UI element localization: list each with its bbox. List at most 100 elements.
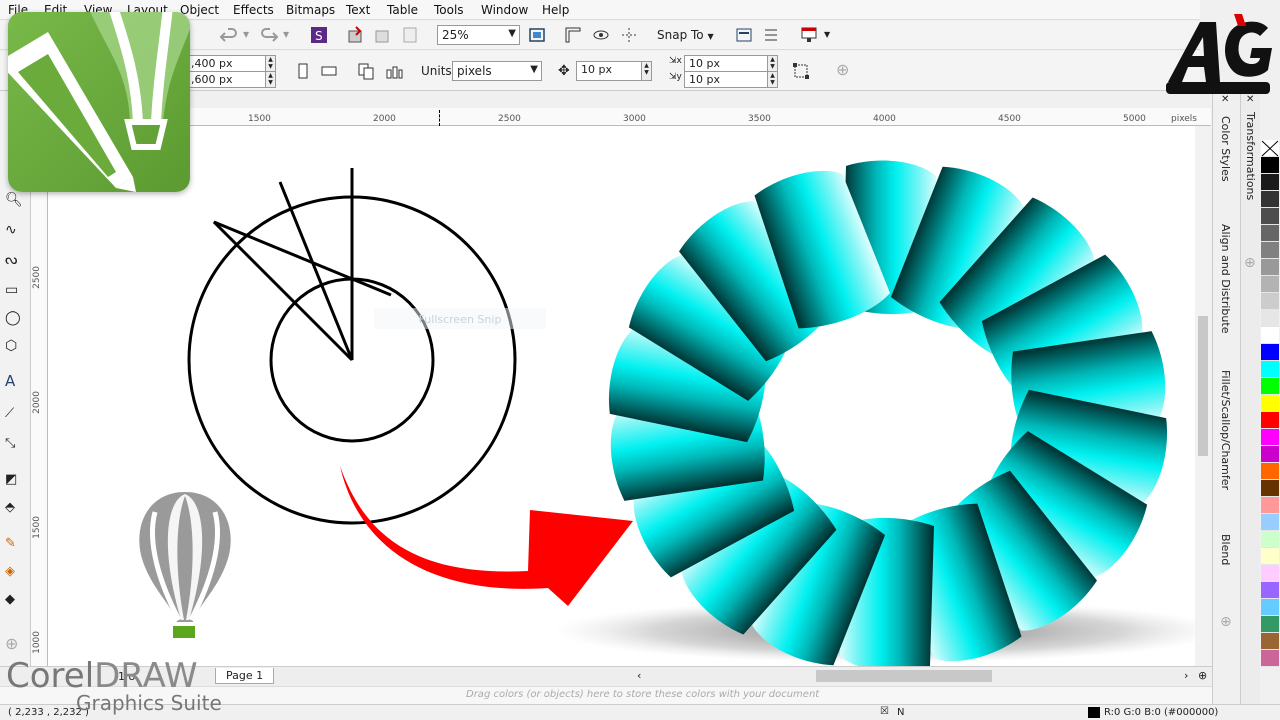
palette-swatch[interactable]	[1261, 344, 1279, 361]
palette-swatch[interactable]	[1261, 191, 1279, 208]
eyedropper-tool-icon[interactable]: ✎	[5, 536, 25, 556]
vertical-scrollbar[interactable]	[1195, 126, 1211, 666]
current-page-button[interactable]	[383, 60, 405, 82]
palette-swatch[interactable]	[1261, 429, 1279, 446]
palette-swatch[interactable]	[1261, 174, 1279, 191]
import-button[interactable]	[345, 24, 367, 46]
palette-swatch[interactable]	[1261, 650, 1279, 667]
nudge-distance-field[interactable]: 10 px ▲ ▼	[576, 61, 652, 81]
palette-swatch[interactable]	[1261, 276, 1279, 293]
palette-swatch[interactable]	[1261, 140, 1279, 157]
vertical-scroll-thumb[interactable]	[1198, 316, 1208, 456]
menu-effects[interactable]: Effects	[233, 3, 274, 17]
palette-swatch[interactable]	[1261, 514, 1279, 531]
tab-transformations[interactable]: Transformations	[1244, 112, 1257, 200]
ellipse-tool-icon[interactable]: ◯	[5, 310, 25, 330]
rectangle-tool-icon[interactable]: ▭	[5, 282, 25, 302]
transparency-tool-icon[interactable]: ⬘	[5, 500, 25, 520]
add-tool-icon[interactable]: ⊕	[5, 634, 25, 654]
redo-dropdown-icon[interactable]: ▼	[283, 30, 289, 39]
spin-arrows-icon[interactable]: ▲ ▼	[265, 56, 275, 71]
publish-pdf-button[interactable]	[399, 24, 421, 46]
palette-swatch[interactable]	[1261, 242, 1279, 259]
palette-swatch[interactable]	[1261, 633, 1279, 650]
palette-swatch[interactable]	[1261, 497, 1279, 514]
chevron-down-icon[interactable]: ▼	[824, 30, 830, 39]
horizontal-ruler[interactable]: 1500 2000 2500 3000 3500 4000 4500 5000 …	[31, 108, 1211, 126]
welcome-screen-button[interactable]	[798, 24, 820, 46]
duplicate-distance-x-field[interactable]: 10 px ▲ ▼	[684, 55, 778, 72]
smart-fill-tool-icon[interactable]: ◆	[5, 592, 25, 612]
scroll-left-icon[interactable]: ‹	[637, 669, 641, 682]
palette-swatch[interactable]	[1261, 157, 1279, 174]
menu-text[interactable]: Text	[346, 3, 370, 17]
spin-arrows-icon[interactable]: ▲ ▼	[767, 72, 777, 87]
units-combo[interactable]: pixels ▼	[452, 61, 542, 81]
palette-swatch[interactable]	[1261, 616, 1279, 633]
polygon-tool-icon[interactable]: ⬡	[5, 338, 25, 358]
palette-swatch[interactable]	[1261, 378, 1279, 395]
page-tab[interactable]: Page 1	[215, 668, 275, 684]
undo-dropdown-icon[interactable]: ▼	[243, 30, 249, 39]
add-docker-icon[interactable]: ⊕	[1244, 255, 1256, 271]
options-button[interactable]	[733, 24, 755, 46]
tab-fillet-scallop-chamfer[interactable]: Fillet/Scallop/Chamfer	[1219, 370, 1232, 490]
zoom-level-combo[interactable]: 25% ▼	[437, 25, 520, 45]
artistic-media-tool-icon[interactable]: ᔓ	[5, 252, 25, 272]
palette-swatch[interactable]	[1261, 361, 1279, 378]
spin-arrows-icon[interactable]: ▲ ▼	[265, 72, 275, 87]
portrait-button[interactable]	[292, 60, 314, 82]
menu-table[interactable]: Table	[387, 3, 418, 17]
treat-as-filled-button[interactable]	[790, 60, 812, 82]
palette-swatch[interactable]	[1261, 463, 1279, 480]
palette-swatch[interactable]	[1261, 327, 1279, 344]
palette-swatch[interactable]	[1261, 446, 1279, 463]
show-grid-button[interactable]	[590, 24, 612, 46]
full-screen-preview-button[interactable]	[526, 24, 548, 46]
vertical-ruler[interactable]: 2500 2000 1500 1000	[31, 126, 48, 666]
show-guidelines-button[interactable]	[618, 24, 640, 46]
undo-button[interactable]	[218, 24, 240, 46]
show-rulers-button[interactable]	[562, 24, 584, 46]
palette-swatch[interactable]	[1261, 531, 1279, 548]
add-icon[interactable]: ⊕	[836, 60, 849, 79]
tab-color-styles[interactable]: Color Styles	[1219, 116, 1232, 182]
palette-swatch[interactable]	[1261, 310, 1279, 327]
search-content-button[interactable]: S	[308, 24, 330, 46]
palette-swatch[interactable]	[1261, 565, 1279, 582]
all-pages-button[interactable]	[355, 60, 377, 82]
dimension-tool-icon[interactable]: ⟋	[5, 406, 25, 426]
menu-help[interactable]: Help	[542, 3, 569, 17]
connector-tool-icon[interactable]: ⤡	[5, 436, 25, 456]
palette-swatch[interactable]	[1261, 599, 1279, 616]
page-width-field[interactable]: ,400 px ▲ ▼	[186, 55, 276, 72]
interactive-fill-tool-icon[interactable]: ◈	[5, 564, 25, 584]
palette-swatch[interactable]	[1261, 548, 1279, 565]
menu-bitmaps[interactable]: Bitmaps	[286, 3, 335, 17]
zoom-tool-icon[interactable]: 🔍︎	[5, 192, 25, 212]
add-docker-icon[interactable]: ⊕	[1220, 614, 1232, 630]
text-tool-icon[interactable]: A	[5, 372, 25, 392]
palette-swatch[interactable]	[1261, 208, 1279, 225]
palette-swatch[interactable]	[1261, 293, 1279, 310]
snap-to-button[interactable]: Snap To ▼	[657, 28, 714, 42]
landscape-button[interactable]	[318, 60, 340, 82]
application-launcher-button[interactable]	[760, 24, 782, 46]
drop-shadow-tool-icon[interactable]: ◩	[5, 472, 25, 492]
drawing-canvas[interactable]: Fullscreen Snip	[48, 126, 1223, 672]
page-height-field[interactable]: ,600 px ▲ ▼	[186, 71, 276, 88]
palette-swatch[interactable]	[1261, 582, 1279, 599]
zoom-navigator-icon[interactable]: ⊕	[1198, 669, 1207, 682]
menu-window[interactable]: Window	[481, 3, 528, 17]
palette-swatch[interactable]	[1261, 480, 1279, 497]
duplicate-distance-y-field[interactable]: 10 px ▲ ▼	[684, 71, 778, 88]
scroll-right-icon[interactable]: ›	[1184, 669, 1188, 682]
palette-swatch[interactable]	[1261, 412, 1279, 429]
palette-swatch[interactable]	[1261, 225, 1279, 242]
menu-object[interactable]: Object	[180, 3, 219, 17]
export-button[interactable]	[372, 24, 394, 46]
menu-tools[interactable]: Tools	[434, 3, 464, 17]
palette-swatch[interactable]	[1261, 395, 1279, 412]
freehand-tool-icon[interactable]: ∿	[5, 222, 25, 242]
spin-arrows-icon[interactable]: ▲ ▼	[767, 56, 777, 71]
